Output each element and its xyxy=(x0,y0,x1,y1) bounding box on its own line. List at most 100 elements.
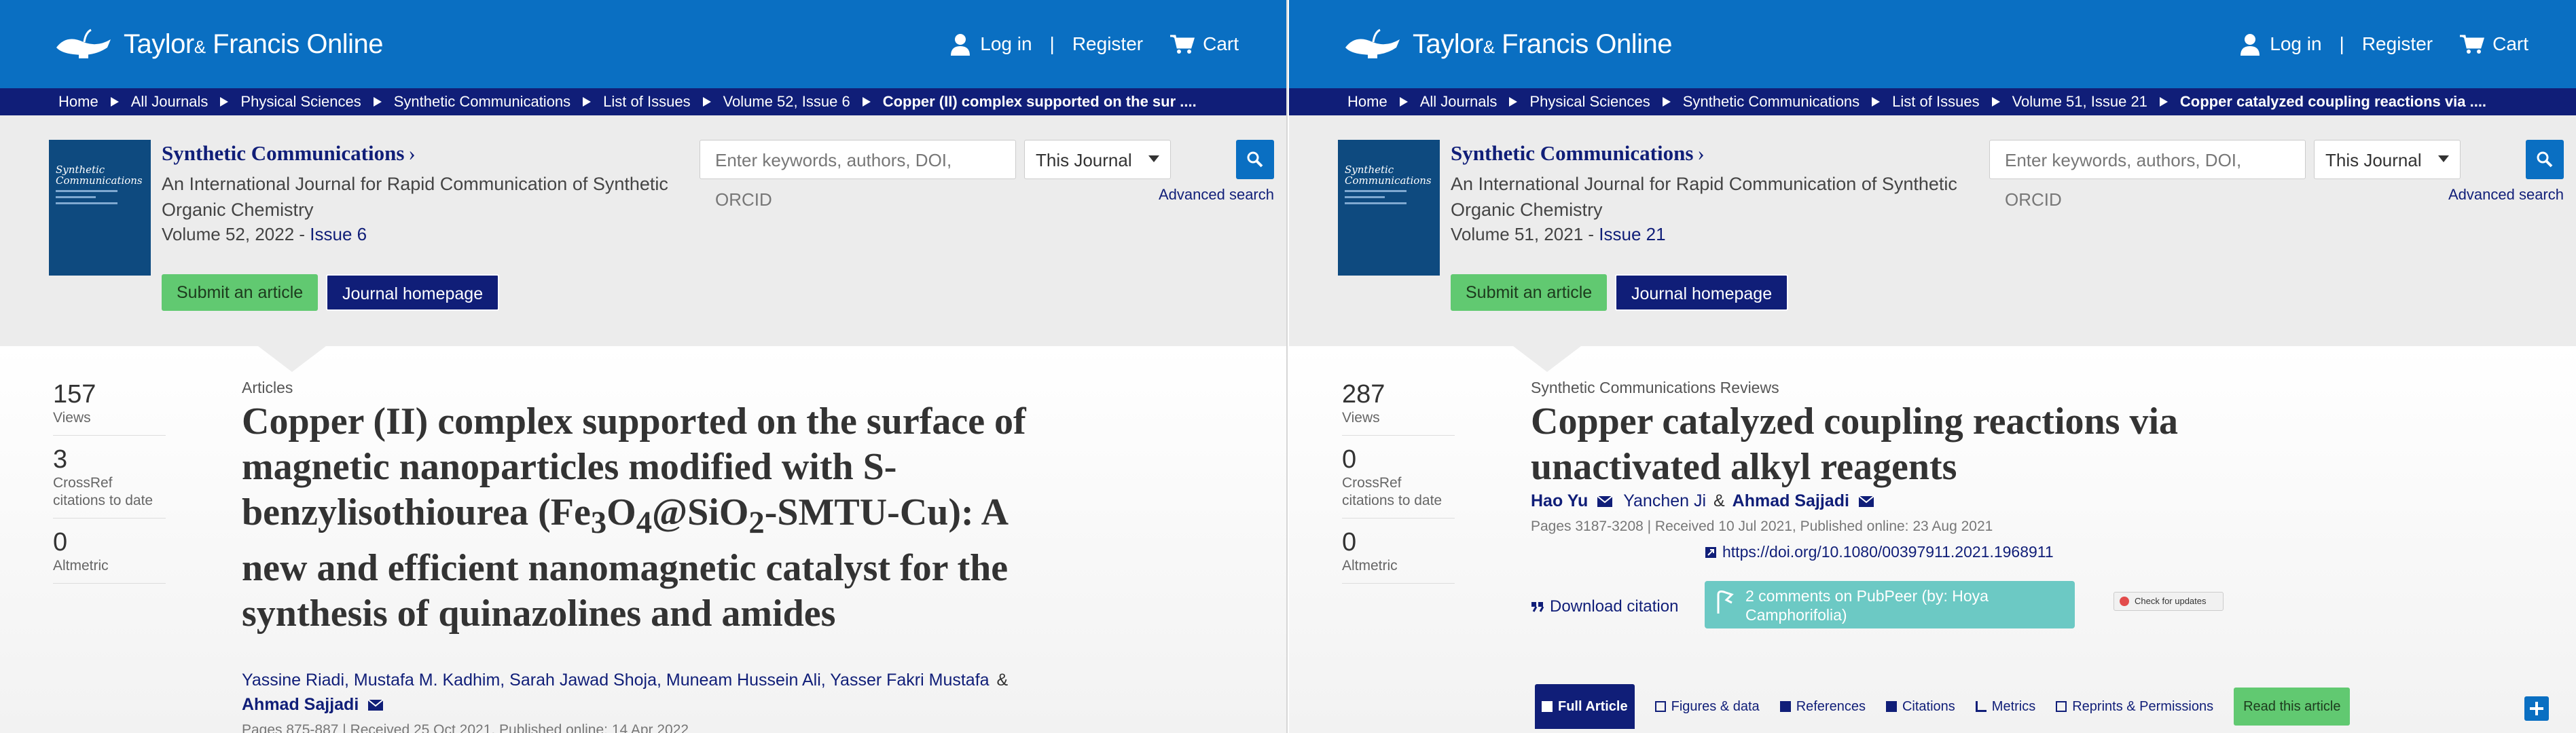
user-icon xyxy=(2241,34,2260,56)
banner-notch xyxy=(258,346,326,372)
register-link[interactable]: Register xyxy=(1072,33,1143,55)
crossref-count: 0 xyxy=(1342,445,1357,474)
read-this-article-button[interactable]: Read this article xyxy=(2234,688,2351,726)
plus-icon[interactable] xyxy=(2524,696,2549,721)
doi-link[interactable]: https://doi.org/10.1080/00397911.2021.19… xyxy=(1705,543,2054,561)
metric-crossref: 0 CrossRef citations to date xyxy=(1342,445,1455,519)
check-for-updates-button[interactable]: Check for updates xyxy=(2114,592,2224,611)
metric-views: 287 Views xyxy=(1342,380,1455,436)
cart-icon[interactable] xyxy=(1170,34,1195,54)
mail-icon[interactable] xyxy=(367,699,384,711)
download-citation-link[interactable]: Download citation xyxy=(1531,597,1678,616)
breadcrumb-journal[interactable]: Synthetic Communications xyxy=(394,93,570,111)
journal-banner: Synthetic Communications Synthetic Commu… xyxy=(1289,115,2576,346)
submit-article-button[interactable]: Submit an article xyxy=(162,274,319,311)
tab-citations[interactable]: Citations xyxy=(1885,699,1955,715)
journal-cover[interactable]: Synthetic Communications xyxy=(1338,140,1440,276)
breadcrumb-arrow-icon xyxy=(1991,97,2000,107)
breadcrumb-physical-sciences[interactable]: Physical Sciences xyxy=(1529,93,1650,111)
mail-icon[interactable] xyxy=(1597,495,1613,508)
search-input[interactable]: Enter keywords, authors, DOI, ORCID xyxy=(700,140,1016,210)
author-link[interactable]: Sarah Jawad Shoja, xyxy=(509,671,661,690)
search-button[interactable] xyxy=(2526,140,2564,179)
author-link[interactable]: Muneam Hussein Ali, xyxy=(666,671,826,690)
search-scope-select[interactable]: This Journal xyxy=(1024,140,1171,179)
tab-figures-data[interactable]: Figures & data xyxy=(1654,699,1760,715)
author-link[interactable]: Hao Yu xyxy=(1531,491,1588,510)
advanced-search-link[interactable]: Advanced search xyxy=(1159,186,1274,204)
tab-metrics[interactable]: Metrics xyxy=(1975,699,2035,715)
author-list: Yassine Riadi, Mustafa M. Kadhim, Sarah … xyxy=(242,668,1057,717)
breadcrumb-all-journals[interactable]: All Journals xyxy=(1420,93,1498,111)
tf-logo[interactable]: Taylor& Francis Online xyxy=(53,27,384,61)
search-scope-select[interactable]: This Journal xyxy=(2314,140,2461,179)
breadcrumb-issue[interactable]: Volume 51, Issue 21 xyxy=(2012,93,2147,111)
breadcrumb-issue[interactable]: Volume 52, Issue 6 xyxy=(723,93,850,111)
metric-views: 157 Views xyxy=(53,380,166,436)
mail-icon[interactable] xyxy=(1858,495,1874,508)
author-link[interactable]: Yassine Riadi, xyxy=(242,671,349,690)
altmetric-label: Altmetric xyxy=(1342,558,1398,574)
separator: | xyxy=(2339,33,2344,54)
breadcrumb-home[interactable]: Home xyxy=(58,93,98,111)
lamp-logo-icon xyxy=(1345,29,1400,58)
cover-line xyxy=(56,196,96,198)
breadcrumb-current: Copper catalyzed coupling reactions via … xyxy=(2179,93,2487,110)
breadcrumb-arrow-icon xyxy=(110,97,119,107)
journal-name-link[interactable]: Synthetic Communications › xyxy=(162,141,416,166)
corresponding-author-link[interactable]: Ahmad Sajjadi xyxy=(242,695,359,714)
advanced-search-link[interactable]: Advanced search xyxy=(2448,186,2564,204)
breadcrumb-list-of-issues[interactable]: List of Issues xyxy=(603,93,690,111)
breadcrumb-list-of-issues[interactable]: List of Issues xyxy=(1892,93,1979,111)
author-link[interactable]: Yanchen Ji xyxy=(1623,491,1706,510)
browser-viewport: Taylor& Francis Online Log in | Register… xyxy=(0,0,2576,733)
author-list: Hao Yu Yanchen Ji & Ahmad Sajjadi xyxy=(1531,489,1874,513)
article-type: Articles xyxy=(242,379,293,396)
login-link[interactable]: Log in xyxy=(980,33,1032,55)
journal-homepage-button[interactable]: Journal homepage xyxy=(1615,274,1789,311)
views-count: 287 xyxy=(1342,380,1385,409)
tab-references[interactable]: References xyxy=(1779,699,1866,715)
login-link[interactable]: Log in xyxy=(2270,33,2321,55)
journal-cover[interactable]: Synthetic Communications xyxy=(49,140,151,276)
journal-description: An International Journal for Rapid Commu… xyxy=(162,174,668,220)
pubpeer-comments-button[interactable]: 2 comments on PubPeer (by: Hoya Camphori… xyxy=(1705,581,2075,628)
crossmark-icon xyxy=(2120,597,2129,606)
cart-link[interactable]: Cart xyxy=(1203,33,1239,55)
crossref-label: CrossRef citations to date xyxy=(1342,475,1443,508)
cart-icon[interactable] xyxy=(2460,34,2485,54)
cart-link[interactable]: Cart xyxy=(2492,33,2528,55)
breadcrumb-journal[interactable]: Synthetic Communications xyxy=(1683,93,1860,111)
cover-title: Synthetic Communications xyxy=(56,164,143,187)
tab-full-article[interactable]: Full Article xyxy=(1535,684,1635,729)
article-pages-dates: Pages 875-887 | Received 25 Oct 2021, Pu… xyxy=(242,722,689,733)
logo-text: Taylor& Francis Online xyxy=(124,29,384,59)
journal-name-link[interactable]: Synthetic Communications › xyxy=(1451,141,1705,166)
search-input[interactable]: Enter keywords, authors, DOI, ORCID xyxy=(1989,140,2306,210)
search-button[interactable] xyxy=(1236,140,1274,179)
tf-logo[interactable]: Taylor& Francis Online xyxy=(1342,27,1673,61)
lamp-logo-icon xyxy=(56,29,111,58)
journal-description: An International Journal for Rapid Commu… xyxy=(1451,174,1957,220)
register-link[interactable]: Register xyxy=(2362,33,2433,55)
journal-banner: Synthetic Communications Synthetic Commu… xyxy=(0,115,1286,346)
author-link[interactable]: Yasser Fakri Mustafa xyxy=(830,671,989,690)
image-icon xyxy=(1654,701,1666,712)
left-pane: Taylor& Francis Online Log in | Register… xyxy=(0,0,1288,733)
bar-chart-icon xyxy=(1975,701,1987,712)
article-pages-dates: Pages 3187-3208 | Received 10 Jul 2021, … xyxy=(1531,519,1993,534)
user-icon xyxy=(951,34,970,56)
breadcrumb-all-journals[interactable]: All Journals xyxy=(131,93,208,111)
article-metrics: 157 Views 3 CrossRef citations to date 0… xyxy=(53,380,166,593)
chevron-down-icon xyxy=(2438,155,2449,162)
author-link[interactable]: Mustafa M. Kadhim, xyxy=(354,671,505,690)
issue-link[interactable]: Issue 6 xyxy=(310,224,367,244)
submit-article-button[interactable]: Submit an article xyxy=(1451,274,1608,311)
views-label: Views xyxy=(53,410,91,426)
corresponding-author-link[interactable]: Ahmad Sajjadi xyxy=(1733,491,1849,510)
breadcrumb-home[interactable]: Home xyxy=(1347,93,1387,111)
issue-link[interactable]: Issue 21 xyxy=(1599,224,1665,244)
breadcrumb-physical-sciences[interactable]: Physical Sciences xyxy=(240,93,361,111)
journal-homepage-button[interactable]: Journal homepage xyxy=(326,274,500,311)
tab-reprints-permissions[interactable]: Reprints & Permissions xyxy=(2056,699,2213,715)
